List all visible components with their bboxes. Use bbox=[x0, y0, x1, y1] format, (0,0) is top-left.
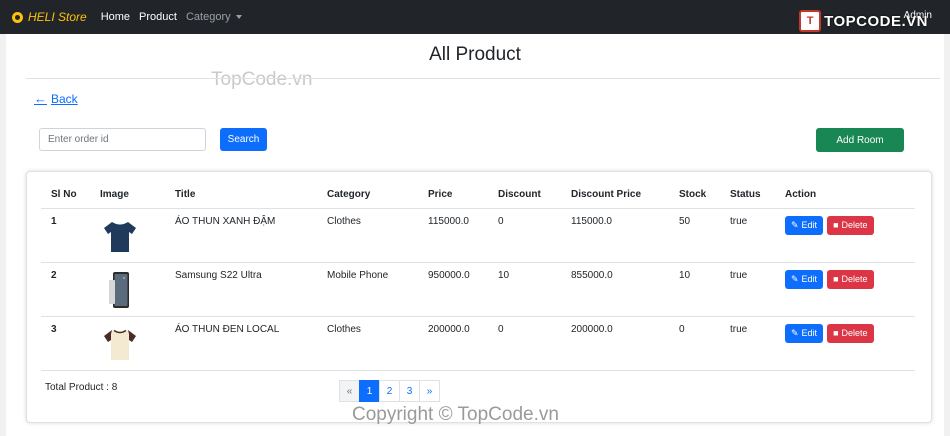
cell-category: Clothes bbox=[317, 316, 418, 371]
cell-image bbox=[90, 208, 165, 263]
cell-status: true bbox=[720, 262, 775, 317]
cell-status: true bbox=[720, 316, 775, 371]
cell-slno: 3 bbox=[41, 316, 90, 371]
total-product-count: Total Product : 8 bbox=[45, 382, 118, 393]
delete-label: Delete bbox=[841, 328, 868, 338]
col-header-title: Title bbox=[165, 182, 317, 209]
table-row: 2 Samsung S22 Ultra Mobile Phone 950000.… bbox=[41, 262, 915, 317]
cell-action: ✎ Edit ■ Delete bbox=[775, 262, 915, 317]
edit-label: Edit bbox=[801, 328, 818, 338]
brand-name: HELI Store bbox=[28, 10, 87, 24]
col-header-category: Category bbox=[317, 182, 418, 209]
col-header-action: Action bbox=[775, 182, 915, 209]
cell-discount-price: 855000.0 bbox=[561, 262, 669, 317]
cell-image bbox=[90, 316, 165, 371]
cell-status: true bbox=[720, 208, 775, 263]
cell-discount-price: 200000.0 bbox=[561, 316, 669, 371]
cell-title: Samsung S22 Ultra bbox=[165, 262, 317, 317]
edit-icon: ✎ bbox=[791, 327, 799, 338]
cell-slno: 1 bbox=[41, 208, 90, 263]
cell-price: 115000.0 bbox=[418, 208, 488, 263]
delete-button[interactable]: ■ Delete bbox=[827, 323, 874, 343]
category-label: Category bbox=[185, 11, 231, 23]
order-id-search-input[interactable] bbox=[39, 128, 206, 151]
watermark-mark: T bbox=[799, 10, 822, 32]
col-header-discount: Discount bbox=[488, 182, 561, 209]
cell-discount: 10 bbox=[488, 262, 561, 317]
pagination: « 1 2 3 » bbox=[339, 380, 440, 402]
col-header-image: Image bbox=[90, 182, 165, 209]
edit-icon: ✎ bbox=[791, 273, 799, 284]
cell-stock: 50 bbox=[669, 208, 720, 263]
nav-category-dropdown[interactable]: Category bbox=[186, 11, 242, 23]
edit-button[interactable]: ✎ Edit bbox=[785, 269, 824, 289]
add-room-button[interactable]: Add Room bbox=[816, 128, 904, 152]
cell-action: ✎ Edit ■ Delete bbox=[775, 208, 915, 263]
tshirt-cream-image bbox=[104, 329, 136, 360]
edit-label: Edit bbox=[801, 274, 818, 284]
watermark-copyright: Copyright © TopCode.vn bbox=[352, 404, 559, 425]
brand-link[interactable]: HELI Store bbox=[12, 10, 87, 24]
phone-image bbox=[109, 271, 129, 308]
cell-slno: 2 bbox=[41, 262, 90, 317]
trash-icon: ■ bbox=[833, 328, 839, 338]
edit-button[interactable]: ✎ Edit bbox=[785, 323, 824, 343]
watermark-top-text: TopCode.vn bbox=[211, 69, 313, 90]
top-navbar: HELI Store Home Product Category Admin T… bbox=[0, 0, 950, 34]
col-header-discount-price: Discount Price bbox=[561, 182, 669, 209]
table-header-row: Sl No Image Title Category Price Discoun… bbox=[41, 182, 915, 209]
cell-title: ÁO THUN ĐEN LOCAL bbox=[165, 316, 317, 371]
title-divider bbox=[26, 78, 940, 79]
cell-category: Clothes bbox=[317, 208, 418, 263]
pagination-page-1[interactable]: 1 bbox=[359, 380, 380, 402]
col-header-stock: Stock bbox=[669, 182, 720, 209]
delete-button[interactable]: ■ Delete bbox=[827, 215, 874, 235]
edit-button[interactable]: ✎ Edit bbox=[785, 215, 824, 235]
col-header-slno: Sl No bbox=[41, 182, 90, 209]
cell-image bbox=[90, 262, 165, 317]
search-button[interactable]: Search bbox=[220, 128, 267, 151]
watermark-logo: T TOPCODE.VN bbox=[799, 10, 928, 32]
product-table: Sl No Image Title Category Price Discoun… bbox=[41, 182, 915, 371]
pagination-next[interactable]: » bbox=[419, 380, 440, 402]
brand-logo-icon bbox=[12, 11, 23, 23]
edit-icon: ✎ bbox=[791, 219, 799, 230]
trash-icon: ■ bbox=[833, 220, 839, 230]
arrow-left-icon: ← bbox=[34, 91, 47, 106]
table-row: 3 ÁO THUN ĐEN LOCAL Clothes 200000.0 0 2… bbox=[41, 316, 915, 371]
edit-label: Edit bbox=[801, 220, 818, 230]
col-header-status: Status bbox=[720, 182, 775, 209]
pagination-page-3[interactable]: 3 bbox=[399, 380, 420, 402]
cell-category: Mobile Phone bbox=[317, 262, 418, 317]
delete-button[interactable]: ■ Delete bbox=[827, 269, 874, 289]
col-header-price: Price bbox=[418, 182, 488, 209]
chevron-down-icon bbox=[235, 15, 242, 19]
cell-stock: 10 bbox=[669, 262, 720, 317]
cell-price: 200000.0 bbox=[418, 316, 488, 371]
watermark-logo-text: TOPCODE.VN bbox=[824, 12, 928, 30]
pagination-prev[interactable]: « bbox=[339, 380, 360, 402]
cell-stock: 0 bbox=[669, 316, 720, 371]
back-label: Back bbox=[51, 91, 78, 106]
pagination-page-2[interactable]: 2 bbox=[379, 380, 400, 402]
table-row: 1 ÁO THUN XANH ĐẬM Clothes 115000.0 0 11… bbox=[41, 208, 915, 263]
back-link[interactable]: ← Back bbox=[34, 91, 78, 106]
main-panel: All Product TopCode.vn ← Back Search Add… bbox=[6, 34, 944, 436]
page-title: All Product bbox=[429, 44, 521, 65]
cell-price: 950000.0 bbox=[418, 262, 488, 317]
delete-label: Delete bbox=[841, 220, 868, 230]
cell-title: ÁO THUN XANH ĐẬM bbox=[165, 208, 317, 263]
trash-icon: ■ bbox=[833, 274, 839, 284]
nav-product-link[interactable]: Product bbox=[139, 11, 177, 23]
tshirt-navy-image bbox=[104, 221, 136, 252]
nav-home-link[interactable]: Home bbox=[101, 11, 130, 23]
delete-label: Delete bbox=[841, 274, 868, 284]
cell-discount: 0 bbox=[488, 208, 561, 263]
cell-action: ✎ Edit ■ Delete bbox=[775, 316, 915, 371]
cell-discount-price: 115000.0 bbox=[561, 208, 669, 263]
product-table-card: Sl No Image Title Category Price Discoun… bbox=[26, 171, 932, 423]
cell-discount: 0 bbox=[488, 316, 561, 371]
